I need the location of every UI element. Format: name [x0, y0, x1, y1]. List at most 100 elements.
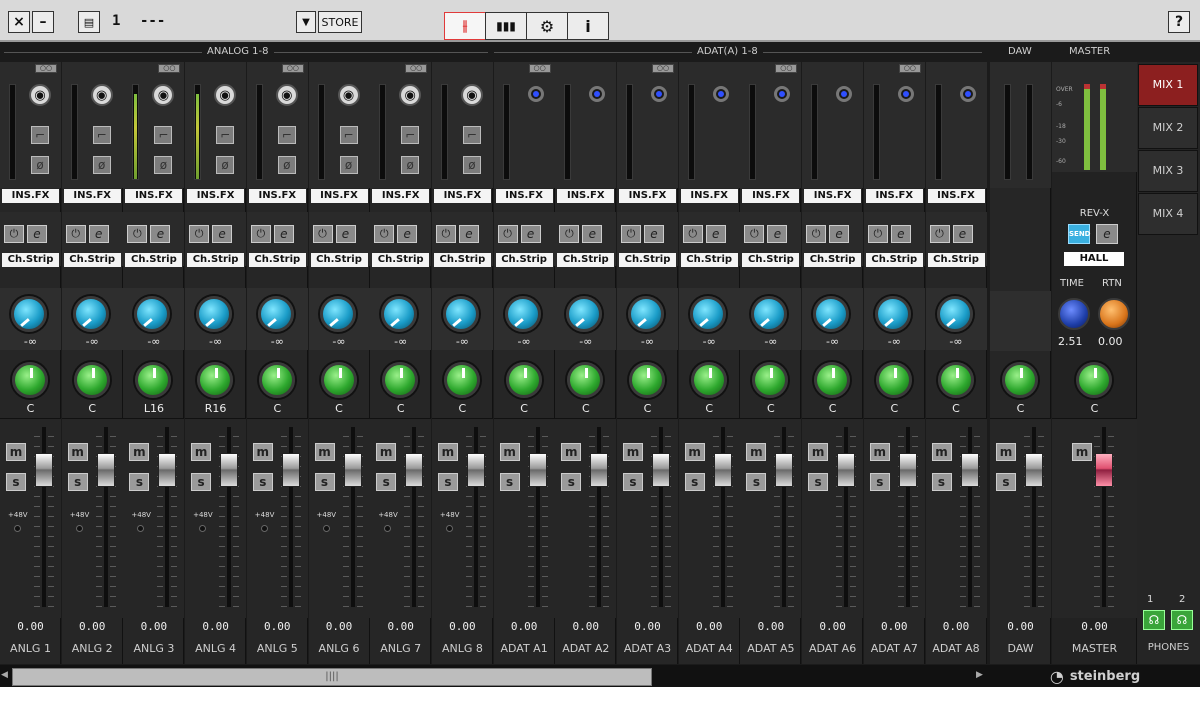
close-button[interactable]: × [8, 11, 30, 33]
mix-2-button[interactable]: MIX 2 [1138, 107, 1198, 149]
ins-fx-label[interactable]: INS.FX [865, 189, 923, 203]
power-icon[interactable]: ⏻ [65, 225, 86, 243]
power-icon[interactable]: ⏻ [497, 225, 518, 243]
scroll-left-arrow-icon[interactable]: ◀ [1, 670, 8, 680]
edit-icon[interactable]: e [767, 225, 788, 243]
mute-button[interactable]: m [191, 443, 212, 461]
hpf-icon[interactable]: ⌐ [277, 126, 296, 144]
phantom-power-led[interactable] [322, 525, 330, 532]
power-icon[interactable]: ⏻ [250, 225, 271, 243]
phantom-power-led[interactable] [14, 525, 21, 532]
stereo-link-icon[interactable]: ○○ [35, 64, 57, 73]
ins-fx-label[interactable]: INS.FX [742, 189, 800, 203]
power-icon[interactable]: ⏻ [929, 225, 950, 243]
reverb-send-knob[interactable] [196, 296, 233, 332]
ch-strip-label[interactable]: Ch.Strip [865, 253, 923, 267]
hpf-icon[interactable]: ⌐ [401, 126, 420, 144]
ins-fx-label[interactable]: INS.FX [187, 189, 245, 203]
info-icon[interactable]: i [567, 12, 609, 40]
reverb-send-knob[interactable] [504, 296, 541, 332]
ins-fx-label[interactable]: INS.FX [680, 189, 738, 203]
mute-button[interactable]: m [67, 443, 88, 461]
pan-knob[interactable] [12, 362, 48, 398]
ch-strip-label[interactable]: Ch.Strip [927, 253, 985, 267]
ch-strip-label[interactable]: Ch.Strip [372, 253, 430, 267]
power-icon[interactable]: ⏻ [435, 225, 456, 243]
reverb-send-knob[interactable] [134, 296, 171, 332]
phase-icon[interactable]: ø [92, 156, 111, 174]
ins-fx-label[interactable]: INS.FX [63, 189, 121, 203]
ch-strip-label[interactable]: Ch.Strip [557, 253, 615, 267]
pan-knob[interactable] [505, 362, 542, 398]
channel-fader[interactable] [590, 453, 609, 487]
input-gain-knob[interactable]: ◉ [275, 84, 298, 106]
reverb-send-knob[interactable] [874, 296, 911, 332]
phantom-power-led[interactable] [384, 525, 392, 532]
ins-fx-label[interactable]: INS.FX [804, 189, 862, 203]
solo-button[interactable]: s [623, 473, 643, 491]
solo-button[interactable]: s [252, 473, 273, 491]
pan-knob[interactable] [752, 362, 789, 398]
channel-fader[interactable] [837, 453, 856, 487]
mix-1-button[interactable]: MIX 1 [1138, 64, 1198, 106]
phantom-power-led[interactable] [199, 525, 207, 532]
power-icon[interactable]: ⏻ [744, 225, 765, 243]
pan-knob[interactable] [443, 362, 480, 398]
input-gain-knob[interactable]: ◉ [214, 84, 237, 106]
ch-strip-label[interactable]: Ch.Strip [804, 253, 862, 267]
channel-fader[interactable] [220, 453, 239, 487]
channel-fader[interactable] [898, 453, 917, 487]
ins-fx-label[interactable]: INS.FX [927, 189, 985, 203]
stereo-link-icon[interactable]: ○○ [405, 64, 428, 73]
ch-strip-label[interactable]: Ch.Strip [495, 253, 553, 267]
power-icon[interactable]: ⏻ [189, 225, 210, 243]
phase-icon[interactable]: ø [31, 156, 49, 174]
solo-button[interactable]: s [561, 473, 582, 491]
hpf-icon[interactable]: ⌐ [216, 126, 235, 144]
hpf-icon[interactable]: ⌐ [339, 126, 358, 144]
master-fader[interactable] [1095, 453, 1113, 487]
solo-button[interactable]: s [869, 473, 890, 491]
edit-icon[interactable]: e [212, 225, 233, 243]
channel-fader[interactable] [713, 453, 732, 487]
power-icon[interactable]: ⏻ [559, 225, 580, 243]
mute-button[interactable]: m [252, 443, 273, 461]
pan-knob[interactable] [937, 362, 974, 398]
power-icon[interactable]: ⏻ [127, 225, 148, 243]
channel-fader[interactable] [775, 453, 794, 487]
phase-icon[interactable]: ø [216, 156, 235, 174]
ch-strip-label[interactable]: Ch.Strip [310, 253, 368, 267]
mute-button[interactable]: m [314, 443, 335, 461]
mute-button[interactable]: m [684, 443, 705, 461]
mute-button[interactable]: m [6, 443, 26, 461]
edit-icon[interactable]: e [952, 225, 973, 243]
input-gain-knob[interactable]: ◉ [337, 84, 360, 106]
edit-icon[interactable]: e [27, 225, 47, 243]
master-pan-knob[interactable] [1076, 362, 1112, 398]
pan-knob[interactable] [135, 362, 172, 398]
store-button[interactable]: STORE [318, 11, 362, 33]
ch-strip-label[interactable]: Ch.Strip [2, 253, 59, 267]
ins-fx-label[interactable]: INS.FX [433, 189, 491, 203]
edit-icon[interactable]: e [88, 225, 109, 243]
solo-button[interactable]: s [129, 473, 150, 491]
channel-fader[interactable] [528, 453, 547, 487]
reverb-send-knob[interactable] [566, 296, 603, 332]
channel-fader[interactable] [158, 453, 177, 487]
rtn-knob[interactable] [1098, 298, 1130, 330]
edit-icon[interactable]: e [273, 225, 294, 243]
ins-fx-label[interactable]: INS.FX [372, 189, 430, 203]
headphones-1-icon[interactable]: ☊ [1143, 610, 1165, 630]
stereo-link-icon[interactable]: ○○ [158, 64, 181, 73]
daw-pan-knob[interactable] [1002, 362, 1038, 398]
phase-icon[interactable]: ø [401, 156, 420, 174]
phase-icon[interactable]: ø [277, 156, 296, 174]
reverb-send-knob[interactable] [628, 296, 664, 332]
pan-knob[interactable] [197, 362, 234, 398]
solo-button[interactable]: s [499, 473, 520, 491]
pan-knob[interactable] [258, 362, 295, 398]
phantom-power-led[interactable] [75, 525, 83, 532]
ch-strip-label[interactable]: Ch.Strip [63, 253, 121, 267]
mute-button[interactable]: m [623, 443, 643, 461]
reverb-send-knob[interactable] [319, 296, 356, 332]
